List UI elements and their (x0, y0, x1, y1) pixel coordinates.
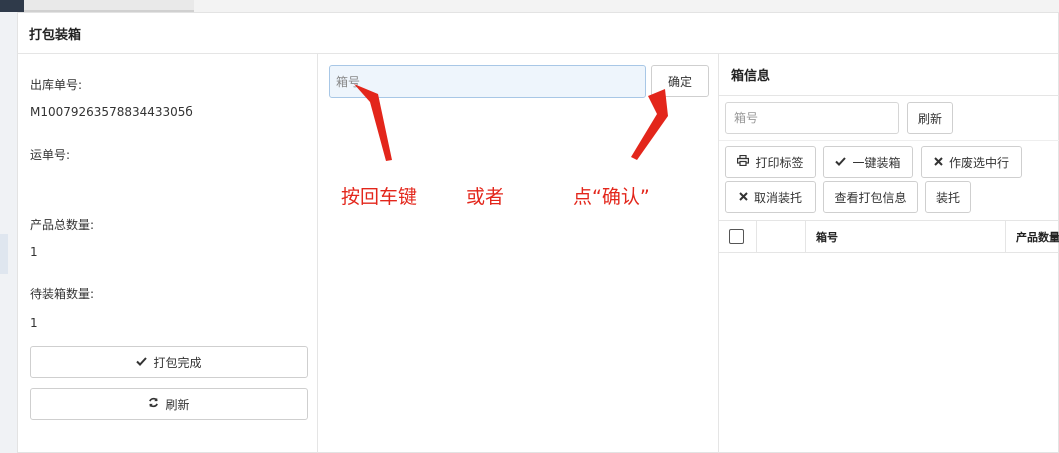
finish-packing-button[interactable]: 打包完成 (30, 346, 308, 378)
pending-quantity-value: 1 (30, 316, 38, 330)
confirm-button[interactable]: 确定 (651, 65, 709, 97)
finish-packing-label: 打包完成 (153, 355, 202, 370)
total-quantity-value: 1 (30, 245, 38, 259)
top-dark-block (0, 0, 24, 12)
confirm-button-label: 确定 (667, 74, 692, 89)
pallet-button[interactable]: 装托 (925, 181, 971, 213)
print-icon (737, 154, 750, 169)
annotation-or: 或者 (466, 186, 505, 208)
top-strip (0, 0, 1059, 12)
check-icon (136, 356, 148, 369)
waybill-label: 运单号: (30, 148, 71, 162)
view-pack-info-text: 查看打包信息 (834, 190, 907, 205)
box-table-header: 箱号 产品数量 (719, 220, 1059, 253)
box-refresh-label: 刷新 (917, 111, 942, 126)
pending-quantity-label: 待装箱数量: (30, 287, 95, 301)
box-info-title: 箱信息 (731, 69, 771, 84)
select-all-checkbox[interactable] (729, 229, 744, 244)
refresh-order-button[interactable]: 刷新 (30, 388, 308, 420)
left-gutter-highlight (0, 234, 8, 274)
one-key-pack-button[interactable]: 一键装箱 (823, 146, 913, 178)
cancel-pallet-button[interactable]: 取消装托 (725, 181, 816, 213)
refresh-icon (148, 397, 159, 411)
box-search-input[interactable] (725, 102, 899, 134)
void-selected-button[interactable]: 作废选中行 (921, 146, 1022, 178)
view-pack-info-button[interactable]: 查看打包信息 (823, 181, 918, 213)
check-icon (835, 156, 847, 169)
box-number-input[interactable] (329, 65, 646, 98)
top-tab[interactable] (24, 0, 194, 12)
scan-column: 确定 按回车键 或者 点“确认” (318, 54, 719, 453)
column-separator (805, 221, 806, 252)
left-gutter (0, 12, 17, 453)
box-info-column: 箱信息 刷新 打印标签 一键装箱 作废选中行 (719, 54, 1059, 453)
column-separator (756, 221, 757, 252)
column-box-number[interactable]: 箱号 (816, 221, 838, 252)
pallet-text: 装托 (935, 190, 960, 205)
box-info-header: 箱信息 (719, 54, 1059, 96)
panel-header: 打包装箱 (18, 13, 1058, 54)
total-quantity-label: 产品总数量: (30, 218, 95, 232)
toolbar-divider (719, 140, 1059, 141)
close-icon (934, 156, 943, 169)
close-icon (739, 191, 748, 204)
annotation-enter-key: 按回车键 (341, 186, 418, 208)
box-refresh-button[interactable]: 刷新 (907, 102, 953, 134)
column-separator (1005, 221, 1006, 252)
order-info-column: 出库单号: M1007926357883443305б 运单号: 产品总数量: … (18, 54, 318, 453)
print-label-button[interactable]: 打印标签 (725, 146, 816, 178)
one-key-pack-text: 一键装箱 (852, 155, 901, 170)
cancel-pallet-text: 取消装托 (753, 190, 802, 205)
order-number-value: M1007926357883443305б (30, 105, 193, 119)
void-selected-text: 作废选中行 (948, 155, 1009, 170)
panel-title: 打包装箱 (29, 27, 82, 43)
column-product-quantity[interactable]: 产品数量 (1016, 221, 1059, 252)
arrow-to-confirm (631, 89, 668, 160)
annotation-click-confirm: 点“确认” (573, 186, 650, 208)
refresh-order-label: 刷新 (165, 397, 190, 412)
pack-panel: 打包装箱 出库单号: M1007926357883443305б 运单号: 产品… (17, 12, 1059, 453)
print-label-text: 打印标签 (755, 155, 804, 170)
order-number-label: 出库单号: (30, 78, 83, 92)
